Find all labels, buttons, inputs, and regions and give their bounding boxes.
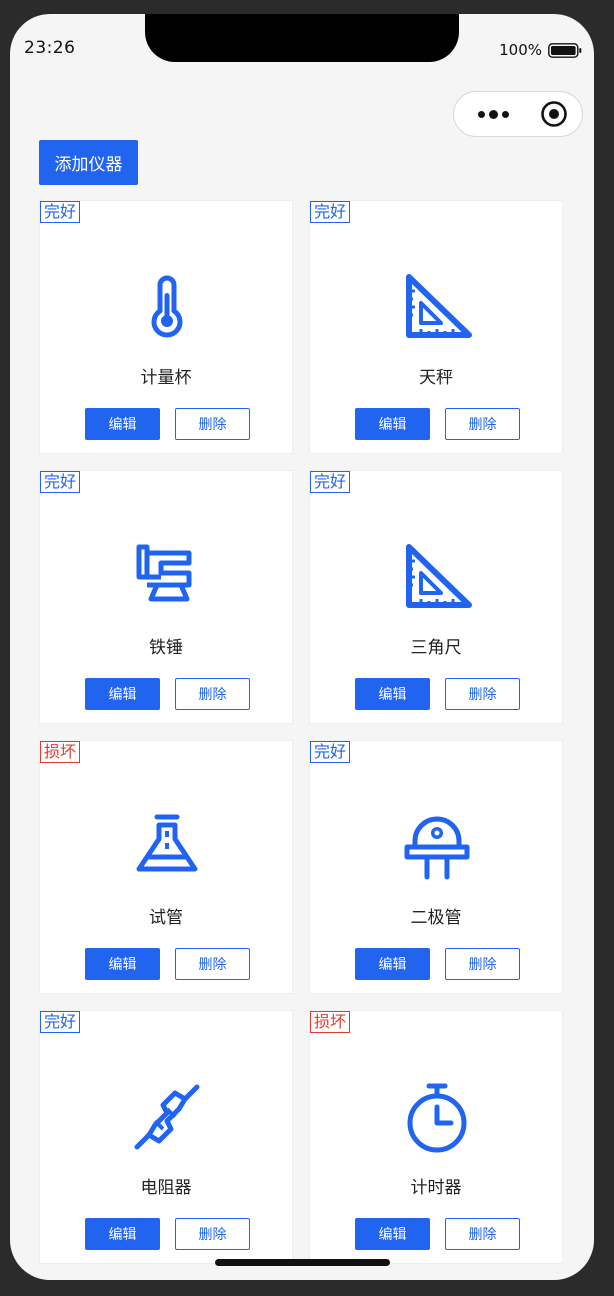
status-battery: 100% bbox=[499, 41, 582, 59]
vise-icon bbox=[131, 541, 203, 613]
resistor-icon bbox=[131, 1081, 203, 1153]
edit-button[interactable]: 编辑 bbox=[355, 678, 430, 710]
instrument-name: 计时器 bbox=[410, 1178, 462, 1198]
instrument-name: 铁锤 bbox=[149, 638, 183, 658]
instrument-card: 完好天秤编辑 删除 bbox=[309, 200, 563, 454]
home-indicator bbox=[215, 1259, 390, 1266]
edit-button[interactable]: 编辑 bbox=[85, 678, 160, 710]
instrument-name: 天秤 bbox=[419, 368, 453, 388]
instrument-card: 损坏计时器编辑 删除 bbox=[309, 1010, 563, 1264]
edit-button[interactable]: 编辑 bbox=[85, 408, 160, 440]
delete-button[interactable]: 删除 bbox=[445, 1218, 520, 1250]
thermometer-icon bbox=[131, 271, 203, 343]
delete-button[interactable]: 删除 bbox=[175, 678, 250, 710]
instrument-card: 完好电阻器编辑 删除 bbox=[39, 1010, 293, 1264]
delete-button[interactable]: 删除 bbox=[445, 948, 520, 980]
status-badge: 完好 bbox=[310, 741, 351, 763]
instrument-card: 完好二极管编辑 删除 bbox=[309, 740, 563, 994]
instrument-name: 试管 bbox=[149, 908, 183, 928]
instrument-name: 三角尺 bbox=[410, 638, 462, 658]
notch bbox=[145, 14, 459, 62]
edit-button[interactable]: 编辑 bbox=[355, 1218, 430, 1250]
delete-button[interactable]: 删除 bbox=[445, 678, 520, 710]
status-badge: 完好 bbox=[40, 201, 81, 223]
delete-button[interactable]: 删除 bbox=[175, 948, 250, 980]
edit-button[interactable]: 编辑 bbox=[85, 948, 160, 980]
delete-button[interactable]: 删除 bbox=[445, 408, 520, 440]
status-badge: 完好 bbox=[310, 201, 351, 223]
battery-percent: 100% bbox=[499, 41, 542, 59]
instrument-name: 二极管 bbox=[410, 908, 462, 928]
edit-button[interactable]: 编辑 bbox=[355, 408, 430, 440]
phone-screen: 23:26 100% 添加仪器 完好 计量杯 编辑 删除 完好 天秤 编辑 删除 完好 铁锤 编辑删… bbox=[10, 14, 594, 1280]
edit-button[interactable]: 编辑 bbox=[355, 948, 430, 980]
status-badge: 损坏 bbox=[310, 1011, 351, 1033]
instrument-name: 电阻器 bbox=[140, 1178, 192, 1198]
delete-button[interactable]: 删除 bbox=[175, 1218, 250, 1250]
instrument-card: 完好计量杯编辑 删除 bbox=[39, 200, 293, 454]
battery-icon bbox=[548, 42, 582, 58]
instrument-card: 损坏试管编辑 删除 bbox=[39, 740, 293, 994]
instrument-card: 完好三角尺编辑 删除 bbox=[309, 470, 563, 724]
flask-icon bbox=[131, 811, 203, 883]
status-badge: 完好 bbox=[40, 471, 81, 493]
more-dots-icon[interactable] bbox=[478, 109, 509, 119]
delete-button[interactable]: 删除 bbox=[175, 408, 250, 440]
diode-icon bbox=[401, 811, 473, 883]
status-badge: 完好 bbox=[40, 1011, 81, 1033]
mini-program-capsule bbox=[453, 91, 583, 137]
set-square-icon bbox=[401, 271, 473, 343]
status-time: 23:26 bbox=[24, 38, 76, 58]
edit-button[interactable]: 编辑 bbox=[85, 1218, 160, 1250]
instrument-name: 计量杯 bbox=[140, 368, 192, 388]
target-icon[interactable] bbox=[540, 100, 568, 128]
status-badge: 完好 bbox=[310, 471, 351, 493]
instrument-card: 完好铁锤编辑 删除 bbox=[39, 470, 293, 724]
status-badge: 损坏 bbox=[40, 741, 81, 763]
add-instrument-button[interactable]: 添加仪器 bbox=[39, 140, 138, 185]
stopwatch-icon bbox=[401, 1081, 473, 1153]
set-square-icon bbox=[401, 541, 473, 613]
